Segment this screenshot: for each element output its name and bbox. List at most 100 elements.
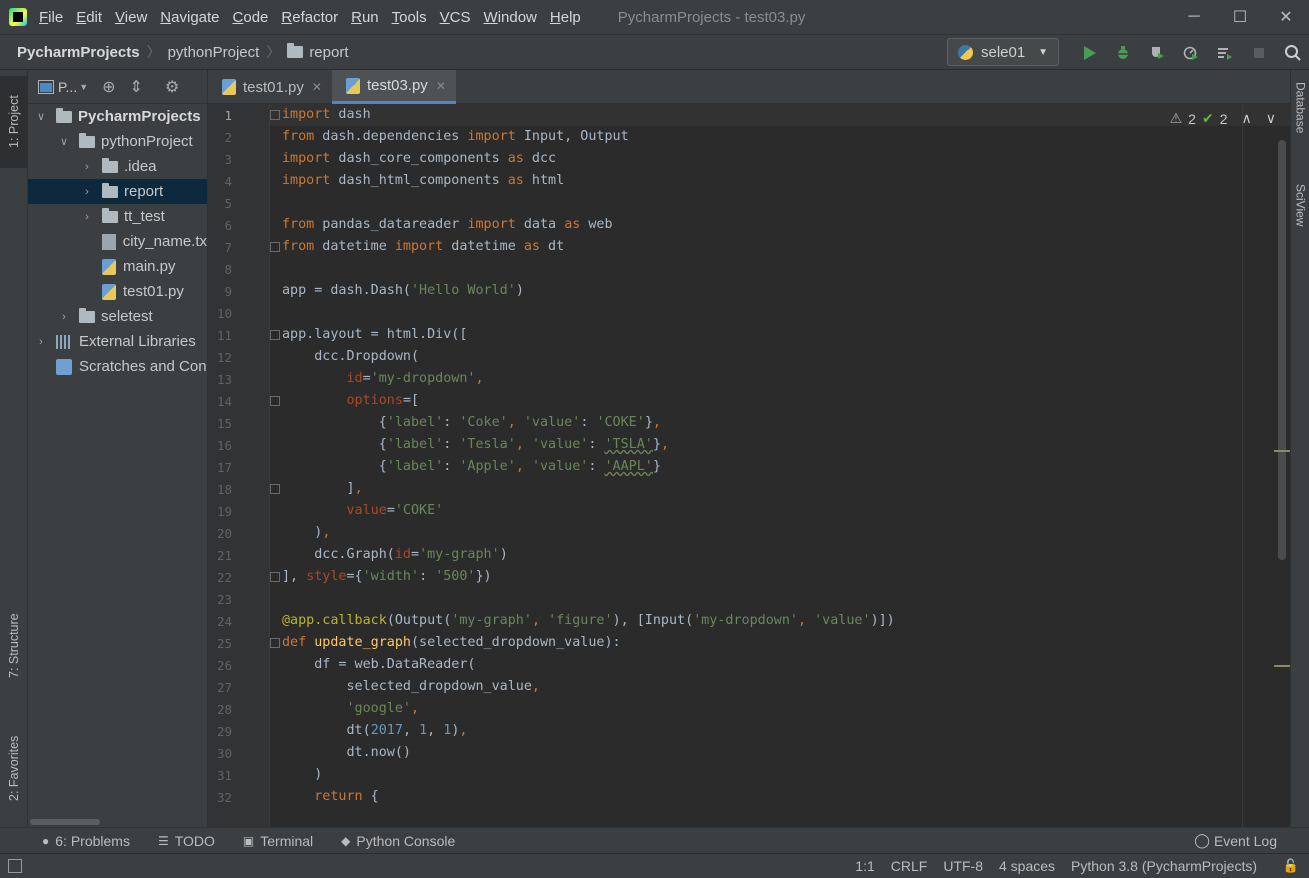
code-line[interactable]: from pandas_datareader import data as we… xyxy=(282,214,613,236)
caret-position[interactable]: 1:1 xyxy=(855,858,874,874)
menu-refactor[interactable]: Refactor xyxy=(281,9,338,26)
breadcrumb-report[interactable]: report xyxy=(287,43,349,61)
tree-item-scratches[interactable]: Scratches and Con xyxy=(28,354,207,379)
code-line[interactable]: dt.now() xyxy=(282,742,411,764)
code-line[interactable]: options=[ xyxy=(282,390,420,412)
close-icon[interactable]: ✕ xyxy=(312,80,322,94)
line-number[interactable]: 15 xyxy=(208,416,232,431)
favorites-tool-tab[interactable]: 2: Favorites xyxy=(0,718,28,818)
line-number[interactable]: 14 xyxy=(208,394,232,409)
code-line[interactable]: {'label': 'Tesla', 'value': 'TSLA'}, xyxy=(282,434,669,456)
code-line[interactable]: import dash_html_components as html xyxy=(282,170,564,192)
tree-item-tt-test[interactable]: › tt_test xyxy=(28,204,207,229)
tab-test03-py[interactable]: test03.py ✕ xyxy=(331,70,456,104)
tree-item-pycharmprojects[interactable]: ∨ PycharmProjects xyxy=(28,104,207,129)
fold-marker-icon[interactable] xyxy=(270,242,280,252)
terminal-tool-tab[interactable]: ▣ Terminal xyxy=(243,833,313,849)
line-number[interactable]: 28 xyxy=(208,702,232,717)
vertical-scrollbar[interactable] xyxy=(1278,140,1286,560)
line-number[interactable]: 3 xyxy=(208,152,232,167)
line-number[interactable]: 5 xyxy=(208,196,232,211)
line-number[interactable]: 19 xyxy=(208,504,232,519)
run-icon[interactable] xyxy=(1072,39,1106,67)
code-line[interactable]: from datetime import datetime as dt xyxy=(282,236,564,258)
lock-icon[interactable]: 🔓 xyxy=(1283,858,1299,874)
todo-tool-tab[interactable]: ☰ TODO xyxy=(158,833,215,849)
next-highlight-icon[interactable]: ∨ xyxy=(1266,110,1276,127)
horizontal-scrollbar[interactable] xyxy=(30,819,100,825)
code-line[interactable]: ], xyxy=(282,478,362,500)
debug-icon[interactable] xyxy=(1106,39,1140,67)
run-configuration-dropdown[interactable]: sele01 ▼ xyxy=(947,38,1059,66)
line-number[interactable]: 7 xyxy=(208,240,232,255)
maximize-button[interactable]: ☐ xyxy=(1217,0,1263,34)
python-console-tool-tab[interactable]: ◆ Python Console xyxy=(341,833,455,849)
line-number[interactable]: 18 xyxy=(208,482,232,497)
code-line[interactable]: ) xyxy=(282,764,322,786)
line-number[interactable]: 2 xyxy=(208,130,232,145)
line-number[interactable]: 16 xyxy=(208,438,232,453)
line-number[interactable]: 11 xyxy=(208,328,232,343)
menu-file[interactable]: File xyxy=(39,9,63,26)
tree-item-city-name[interactable]: city_name.tx xyxy=(28,229,207,254)
line-number[interactable]: 12 xyxy=(208,350,232,365)
menu-run[interactable]: Run xyxy=(351,9,379,26)
line-number[interactable]: 9 xyxy=(208,284,232,299)
line-number[interactable]: 1 xyxy=(208,108,232,123)
structure-tool-tab[interactable]: 7: Structure xyxy=(0,596,28,696)
line-separator[interactable]: CRLF xyxy=(891,858,928,874)
build-icon[interactable] xyxy=(1208,39,1242,67)
code-line[interactable]: app.layout = html.Div([ xyxy=(282,324,467,346)
line-number[interactable]: 21 xyxy=(208,548,232,563)
line-number[interactable]: 26 xyxy=(208,658,232,673)
code-line[interactable]: id='my-dropdown', xyxy=(282,368,484,390)
line-number[interactable]: 6 xyxy=(208,218,232,233)
line-number[interactable]: 13 xyxy=(208,372,232,387)
locate-file-icon[interactable]: ⊕ xyxy=(102,77,115,97)
database-tool-tab[interactable]: Database xyxy=(1291,82,1309,172)
search-icon[interactable] xyxy=(1276,39,1309,67)
chevron-down-icon[interactable]: ∨ xyxy=(34,110,48,123)
sciview-tool-tab[interactable]: SciView xyxy=(1291,184,1309,264)
tree-item-pythonproject[interactable]: ∨ pythonProject xyxy=(28,129,207,154)
line-number[interactable]: 23 xyxy=(208,592,232,607)
line-number[interactable]: 27 xyxy=(208,680,232,695)
tool-windows-toggle-icon[interactable] xyxy=(8,859,22,873)
python-interpreter[interactable]: Python 3.8 (PycharmProjects) xyxy=(1071,858,1257,874)
chevron-right-icon[interactable]: › xyxy=(34,336,48,348)
line-number[interactable]: 8 xyxy=(208,262,232,277)
tree-item-seletest[interactable]: › seletest xyxy=(28,304,207,329)
close-icon[interactable]: ✕ xyxy=(436,79,446,93)
code-line[interactable]: {'label': 'Coke', 'value': 'COKE'}, xyxy=(282,412,661,434)
menu-tools[interactable]: Tools xyxy=(392,9,427,26)
code-editor[interactable]: 1 2 3 4 5 6 7 8 9 10 11 12 13 14 15 16 17 18 19 20 21 22 23 24 2… xyxy=(208,104,1290,827)
project-view-selector[interactable]: P... xyxy=(58,79,77,95)
fold-marker-icon[interactable] xyxy=(270,484,280,494)
tree-item-idea[interactable]: › .idea xyxy=(28,154,207,179)
line-number[interactable]: 32 xyxy=(208,790,232,805)
fold-marker-icon[interactable] xyxy=(270,572,280,582)
line-number[interactable]: 25 xyxy=(208,636,232,651)
code-line[interactable]: df = web.DataReader( xyxy=(282,654,475,676)
code-line[interactable]: 'google', xyxy=(282,698,420,720)
inspection-widget[interactable]: ⚠ 2 ✔ 2 ∧ ∨ xyxy=(1164,110,1276,127)
line-number[interactable]: 17 xyxy=(208,460,232,475)
code-line[interactable]: return { xyxy=(282,786,379,808)
minimize-button[interactable]: ─ xyxy=(1171,0,1217,34)
code-line[interactable]: dt(2017, 1, 1), xyxy=(282,720,467,742)
menu-vcs[interactable]: VCS xyxy=(440,9,471,26)
code-line[interactable]: dcc.Dropdown( xyxy=(282,346,419,368)
fold-marker-icon[interactable] xyxy=(270,638,280,648)
line-number[interactable]: 22 xyxy=(208,570,232,585)
menu-view[interactable]: View xyxy=(115,9,147,26)
line-number[interactable]: 4 xyxy=(208,174,232,189)
event-log-tool-tab[interactable]: ◯ Event Log xyxy=(1194,832,1277,849)
code-line[interactable]: ), xyxy=(282,522,330,544)
project-tool-tab[interactable]: 1: Project xyxy=(0,76,28,168)
chevron-right-icon[interactable]: › xyxy=(80,186,94,198)
menu-window[interactable]: Window xyxy=(484,9,537,26)
code-line[interactable]: @app.callback(Output('my-graph', 'figure… xyxy=(282,610,895,632)
collapse-all-icon[interactable]: ⇕ xyxy=(130,77,143,97)
error-stripe-marker[interactable] xyxy=(1274,665,1290,667)
indent-setting[interactable]: 4 spaces xyxy=(999,858,1055,874)
